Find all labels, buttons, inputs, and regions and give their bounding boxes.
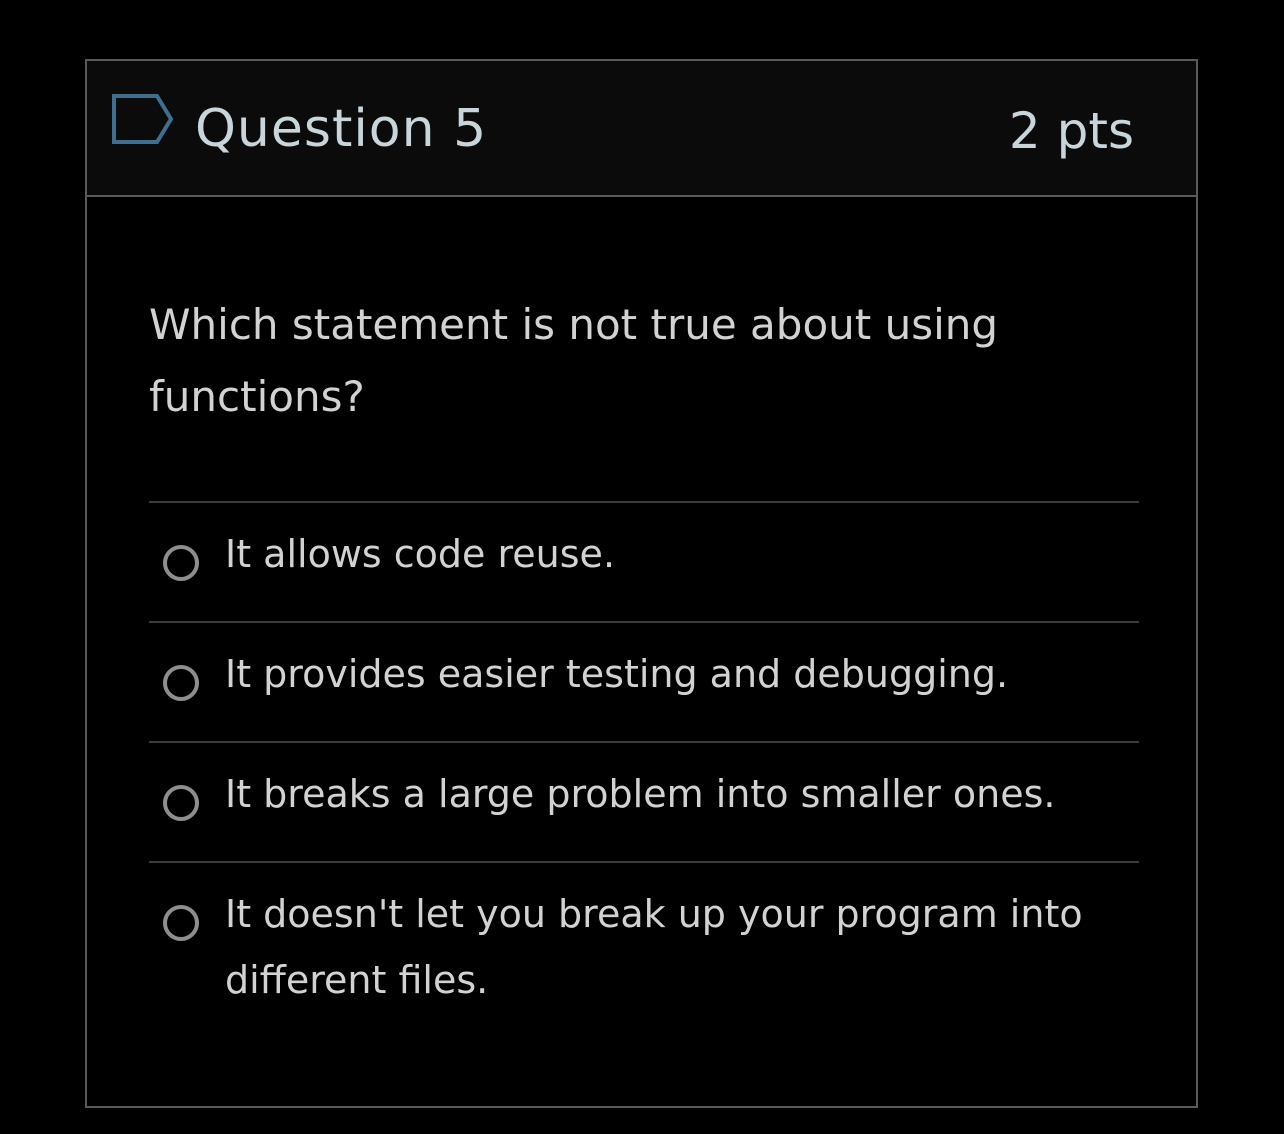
answer-option[interactable]: It provides easier testing and debugging… <box>149 621 1139 741</box>
question-points: 2 pts <box>1008 102 1134 160</box>
answer-label[interactable]: It provides easier testing and debugging… <box>225 641 1105 707</box>
answer-option[interactable]: It breaks a large problem into smaller o… <box>149 741 1139 861</box>
radio-button[interactable] <box>163 785 199 821</box>
radio-button[interactable] <box>163 905 199 941</box>
answer-option[interactable]: It allows code reuse. <box>149 501 1139 621</box>
flag-question-icon[interactable] <box>111 93 175 145</box>
question-title: Question 5 <box>195 99 488 159</box>
answer-label[interactable]: It breaks a large problem into smaller o… <box>225 761 1105 827</box>
answer-option[interactable]: It doesn't let you break up your program… <box>149 861 1139 1021</box>
answer-label[interactable]: It doesn't let you break up your program… <box>225 881 1105 1013</box>
question-text: Which statement is not true about using … <box>149 300 999 421</box>
radio-button[interactable] <box>163 545 199 581</box>
question-header: Question 5 2 pts <box>87 61 1196 197</box>
question-card: Question 5 2 pts Which statement is not … <box>85 59 1198 1108</box>
answer-list: It allows code reuse. It provides easier… <box>149 501 1139 1021</box>
answer-label[interactable]: It allows code reuse. <box>225 521 1105 587</box>
radio-button[interactable] <box>163 665 199 701</box>
